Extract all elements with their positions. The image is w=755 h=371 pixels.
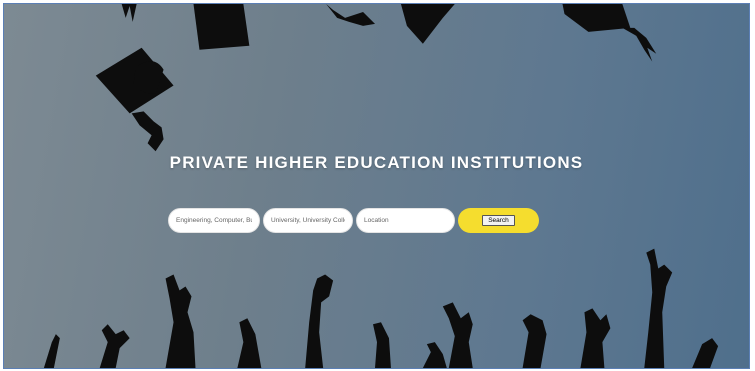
location-field-wrapper: [356, 208, 455, 233]
institution-type-input[interactable]: [271, 217, 345, 224]
arm-8: [442, 302, 473, 368]
arm-10: [580, 308, 611, 368]
arm-3: [165, 274, 196, 368]
graduation-silhouettes-illustration: [43, 4, 719, 368]
arm-9: [522, 314, 547, 368]
tassel-top-right: [622, 27, 657, 62]
cap-large-left-tassel: [131, 111, 164, 152]
cap-top-far-right: [562, 4, 631, 32]
location-input[interactable]: [364, 217, 447, 224]
hero-banner: [4, 4, 749, 368]
cap-top-small: [326, 4, 376, 26]
cap-top-right: [400, 4, 455, 44]
arm-5: [305, 274, 334, 368]
subject-input[interactable]: [176, 217, 252, 224]
arm-1: [43, 334, 60, 368]
page-frame: PRIVATE HIGHER EDUCATION INSTITUTIONS Se…: [3, 3, 750, 369]
search-button[interactable]: Search: [482, 215, 515, 226]
tassel-top-left: [121, 4, 137, 22]
page-title: PRIVATE HIGHER EDUCATION INSTITUTIONS: [169, 153, 584, 172]
institution-type-field-wrapper: [263, 208, 353, 233]
arm-4: [237, 318, 262, 368]
arm-6: [373, 322, 391, 368]
arm-12: [692, 338, 719, 368]
arm-7: [422, 342, 447, 368]
cap-top-center: [193, 4, 250, 50]
subject-field-wrapper: [168, 208, 260, 233]
arm-2: [99, 324, 130, 368]
arm-11: [644, 248, 673, 368]
search-bar: Search: [168, 208, 539, 233]
search-button-container: Search: [458, 208, 539, 233]
